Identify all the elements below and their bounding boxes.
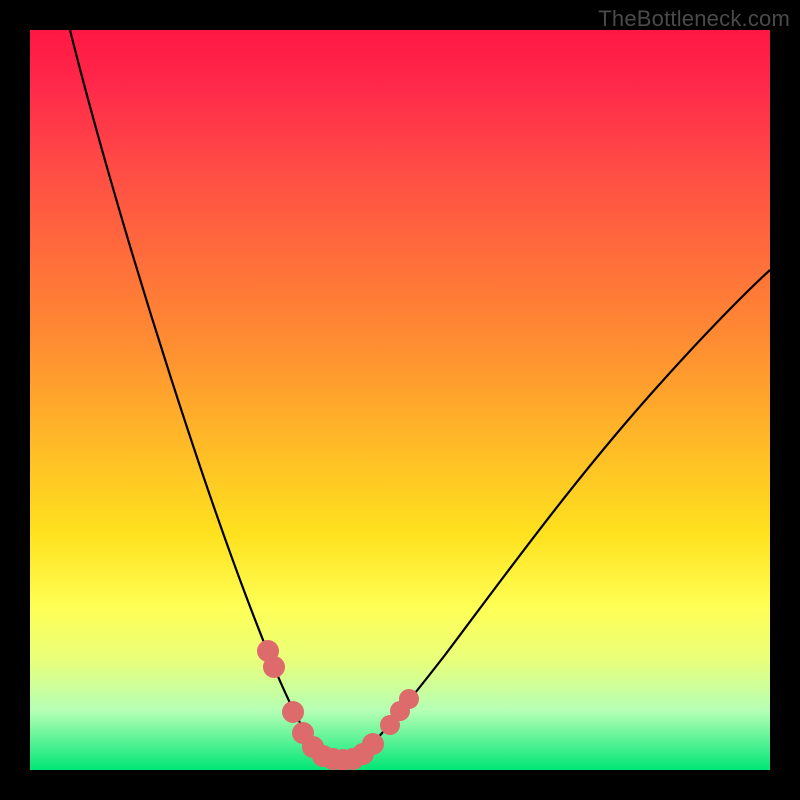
curve-markers xyxy=(257,640,419,770)
chart-frame: TheBottleneck.com xyxy=(0,0,800,800)
chart-svg xyxy=(30,30,770,770)
watermark-text: TheBottleneck.com xyxy=(598,6,790,32)
left-branch-line xyxy=(70,30,324,760)
right-branch-line xyxy=(358,270,770,760)
